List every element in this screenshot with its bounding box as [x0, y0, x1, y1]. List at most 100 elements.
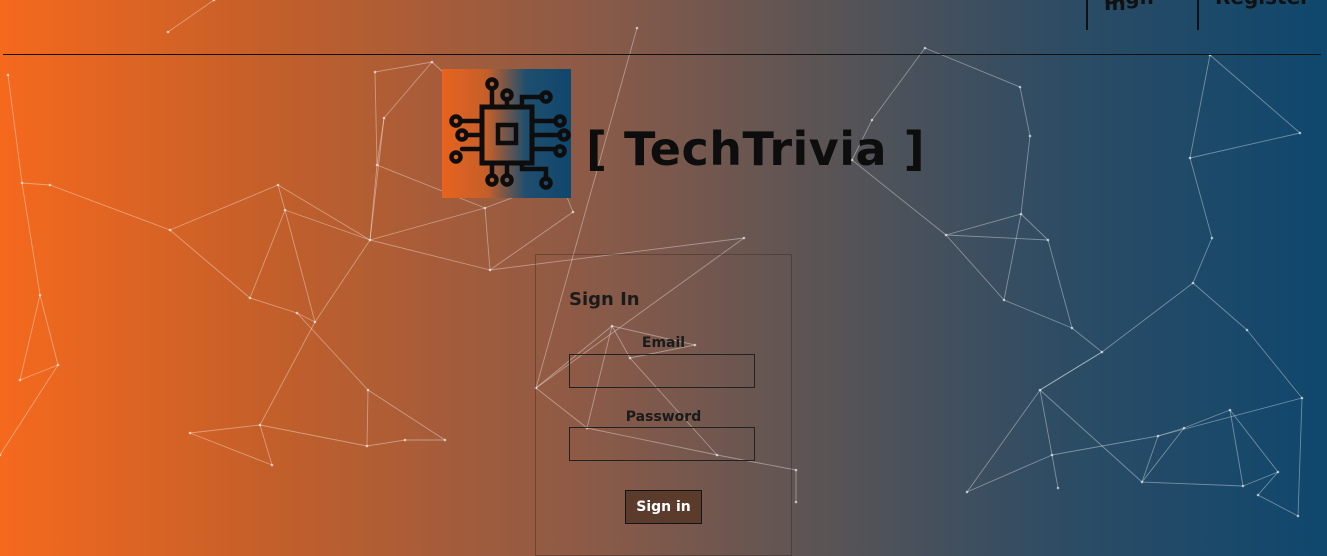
network-node — [1241, 484, 1245, 488]
network-node — [248, 296, 252, 300]
network-node — [18, 378, 22, 382]
network-line — [1051, 454, 1059, 489]
password-label: Password — [625, 409, 702, 425]
network-line — [249, 209, 286, 299]
network-line — [19, 294, 41, 381]
network-line — [383, 61, 433, 119]
network-node — [965, 490, 969, 494]
network-line — [1020, 213, 1049, 241]
brand-title: [ TechTrivia ] — [586, 122, 926, 176]
top-nav: Sign In Register — [1086, 0, 1327, 30]
network-line — [366, 439, 406, 447]
network-line — [249, 297, 298, 314]
network-line — [259, 424, 273, 466]
network-line — [169, 229, 251, 299]
network-node — [1018, 85, 1022, 89]
network-node — [483, 206, 487, 210]
network-node — [923, 46, 927, 50]
network-node — [20, 181, 24, 185]
form-title: Sign In — [569, 289, 640, 310]
network-node — [168, 228, 172, 232]
network-node — [944, 233, 948, 237]
network-line — [259, 424, 368, 447]
password-field[interactable] — [569, 427, 755, 461]
network-node — [1070, 326, 1074, 330]
network-node — [6, 73, 10, 77]
network-line — [296, 312, 316, 323]
network-line — [1101, 282, 1194, 353]
network-line — [167, 0, 215, 33]
network-line — [189, 424, 261, 434]
network-line — [366, 389, 369, 447]
network-node — [276, 183, 280, 187]
network-node — [1100, 350, 1104, 354]
sign-in-card: Sign In Email Password Sign in — [535, 254, 792, 556]
network-node — [48, 183, 52, 187]
network-node — [794, 468, 798, 472]
network-node — [166, 30, 170, 34]
network-line — [1257, 471, 1279, 496]
network-node — [365, 444, 369, 448]
network-node — [188, 431, 192, 435]
network-line — [1297, 397, 1303, 517]
network-line — [374, 61, 433, 73]
network-node — [1210, 236, 1214, 240]
network-line — [1209, 54, 1301, 134]
network-line — [19, 364, 59, 381]
network-node — [295, 311, 299, 315]
network-node — [1191, 281, 1195, 285]
network-line — [1051, 435, 1159, 456]
network-line — [314, 239, 371, 323]
network-node — [1188, 156, 1192, 160]
network-node — [366, 388, 370, 392]
network-line — [189, 432, 273, 466]
network-node — [1182, 426, 1186, 430]
network-node — [375, 163, 379, 167]
network-line — [1189, 54, 1211, 159]
nav-sign-in-link[interactable]: Sign In — [1086, 0, 1197, 30]
network-line — [1047, 239, 1073, 329]
email-label: Email — [641, 335, 686, 351]
network-line — [1192, 282, 1248, 331]
network-node — [443, 438, 447, 442]
network-node — [1245, 328, 1249, 332]
header-divider — [3, 54, 1321, 55]
network-line — [369, 117, 385, 241]
network-node — [1050, 453, 1054, 457]
network-node — [373, 70, 377, 74]
network-line — [1039, 389, 1143, 483]
network-node — [1002, 298, 1006, 302]
nav-register-label: Register — [1215, 0, 1310, 9]
sign-in-button[interactable]: Sign in — [625, 490, 702, 524]
network-line — [484, 207, 491, 271]
network-node — [794, 500, 798, 504]
network-node — [258, 423, 262, 427]
network-line — [374, 71, 378, 166]
network-line — [966, 389, 1041, 493]
network-node — [1140, 480, 1144, 484]
network-line — [1189, 132, 1301, 159]
network-node — [403, 438, 407, 442]
network-line — [1157, 427, 1185, 437]
network-node — [56, 363, 60, 367]
network-line — [1242, 471, 1279, 487]
nav-register-link[interactable]: Register — [1197, 0, 1327, 30]
network-node — [1038, 388, 1042, 392]
network-node — [430, 60, 434, 64]
network-line — [871, 47, 926, 121]
email-field[interactable] — [569, 354, 755, 388]
network-node — [742, 236, 746, 240]
network-line — [1071, 327, 1103, 353]
network-line — [1157, 397, 1303, 437]
network-line — [1003, 299, 1073, 329]
network-node — [1156, 434, 1160, 438]
network-line — [296, 312, 369, 391]
network-node — [1228, 408, 1232, 412]
network-node — [1276, 470, 1280, 474]
network-node — [368, 238, 372, 242]
network-node — [571, 210, 575, 214]
network-line — [1003, 213, 1022, 301]
network-node — [1046, 238, 1050, 242]
network-node — [1056, 486, 1060, 490]
network-line — [1229, 409, 1244, 487]
